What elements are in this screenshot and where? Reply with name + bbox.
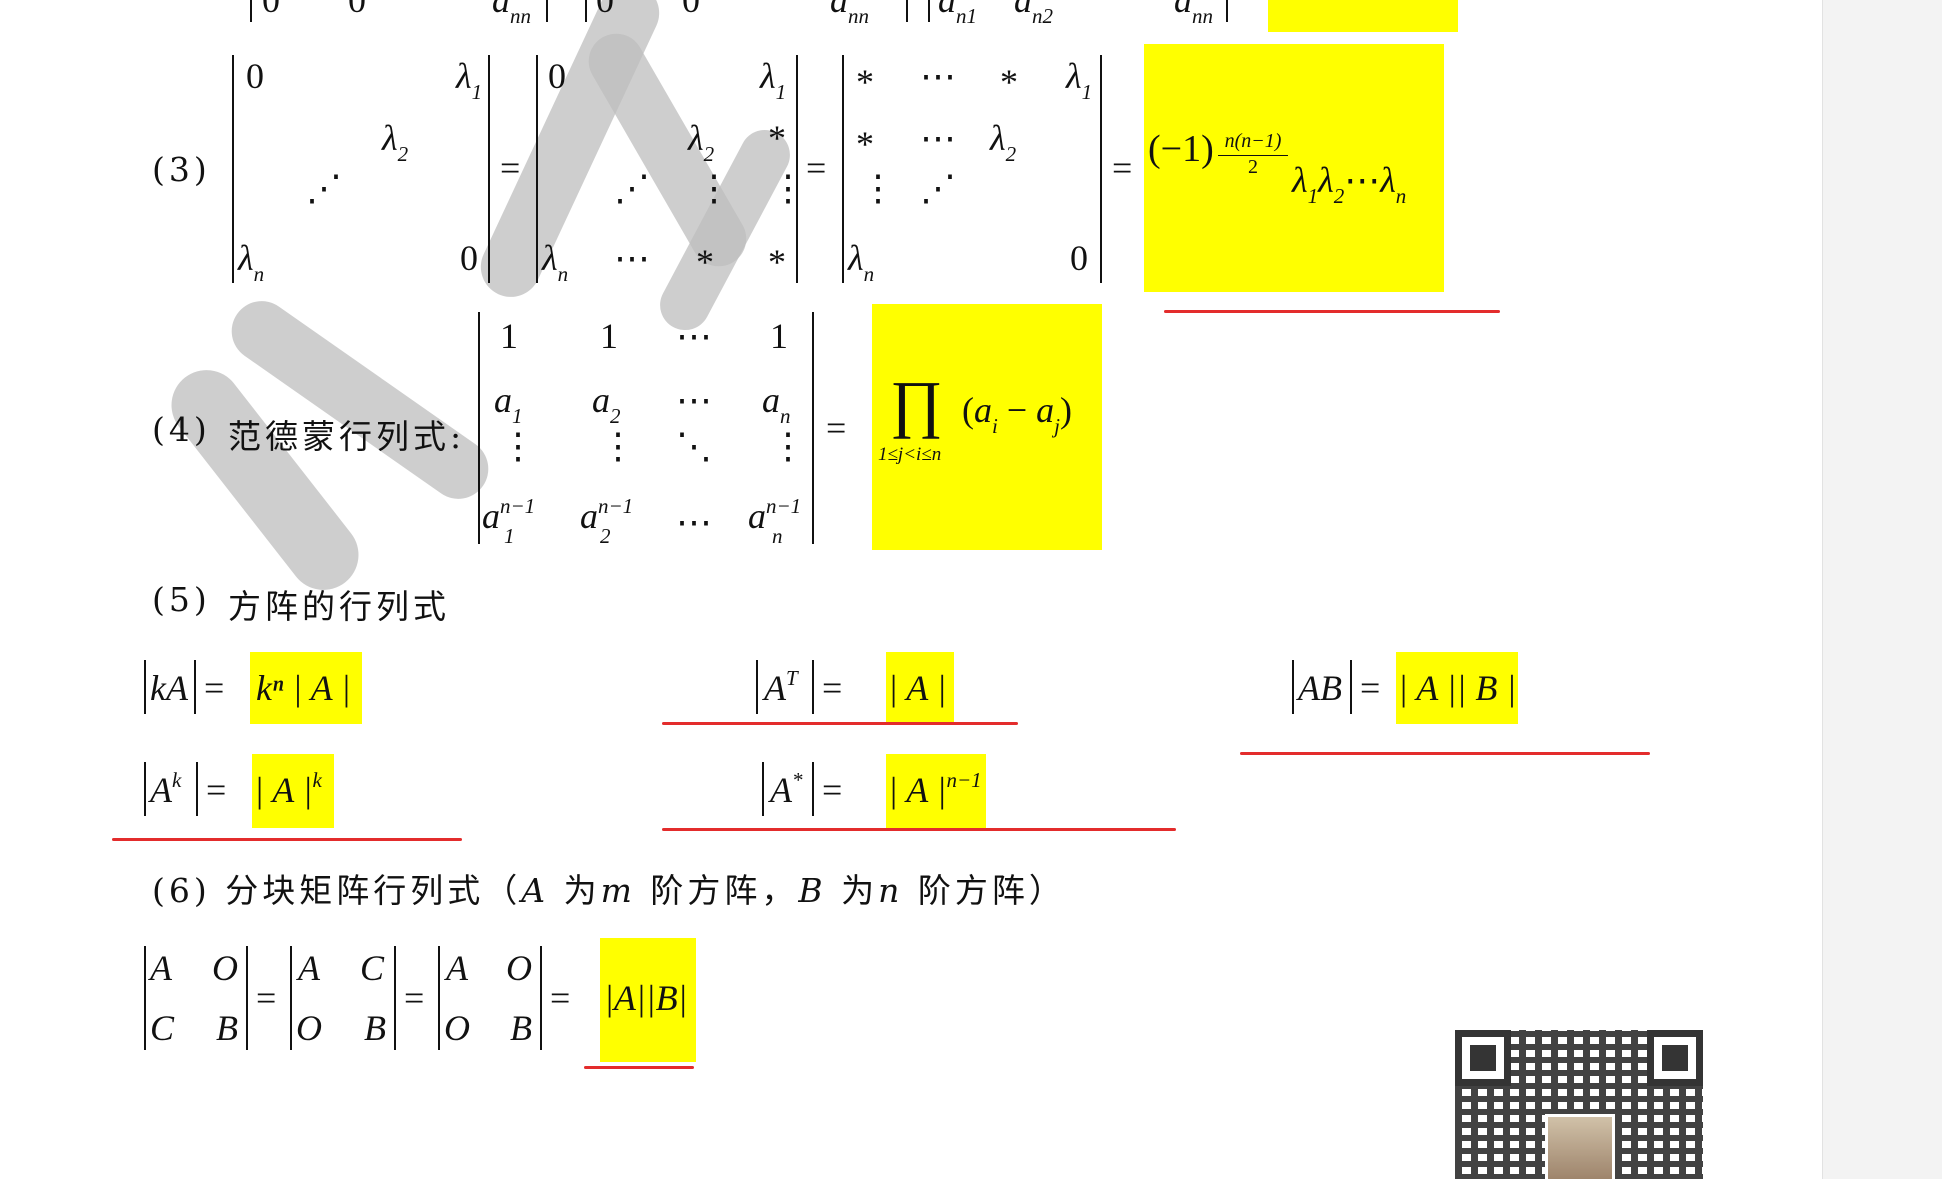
item-3-label: (3) [152,150,211,189]
product-symbol: ∏ [890,368,943,439]
exponent-fraction: n(n−1) 2 [1218,130,1288,179]
underline-Astar [662,828,1176,831]
item-4-label: (4) [152,410,211,449]
viewer-scroll-gutter[interactable] [1822,0,1942,1179]
item-4-title: 范德蒙行列式: [228,417,466,456]
item-6-heading: (6) 分块矩阵行列式（A 为m 阶方阵，B 为n 阶方阵） [152,871,1066,910]
item-5-title: 方阵的行列式 [228,587,450,626]
underline-AT [662,722,1018,725]
item-5-label: (5) [152,580,211,619]
qr-code-image [1455,1030,1703,1179]
avatar-photo [1545,1114,1615,1179]
item-3-result: (−1) [1148,128,1214,170]
document-page: 0 0 ann 0 0 ann an1 an2 ann (3) 0 λ1 λ2 … [0,0,1822,1179]
highlight-top [1268,0,1458,32]
underline-Ak [112,838,462,841]
underline-AB [1240,752,1650,755]
underline-block [584,1066,694,1069]
underline-item-3 [1164,310,1500,313]
